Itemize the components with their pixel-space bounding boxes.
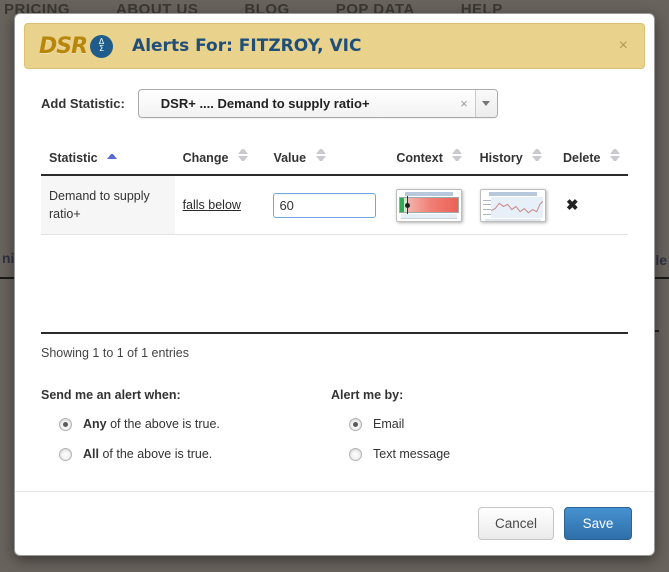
add-statistic-selected-value: DSR+ .... Demand to supply ratio+ xyxy=(160,96,370,111)
cell-statistic: Demand to supply ratio+ xyxy=(41,175,175,236)
radio-option-all[interactable]: All of the above is true. xyxy=(41,447,331,461)
history-thumbnail[interactable] xyxy=(479,188,546,222)
chart-plot xyxy=(490,196,544,218)
table-header-row: Statistic Change Value Context History D… xyxy=(41,144,628,176)
thumbnail-title-bar xyxy=(488,191,537,196)
logo-text: DSR xyxy=(39,33,88,59)
column-label: History xyxy=(479,151,523,165)
chart-footer xyxy=(484,218,541,221)
change-condition-link[interactable]: falls below xyxy=(183,198,241,212)
alert-when-title: Send me an alert when: xyxy=(41,388,181,403)
column-header-delete[interactable]: Delete xyxy=(554,144,628,176)
cell-change: falls below xyxy=(174,175,266,236)
column-header-statistic[interactable]: Statistic xyxy=(41,144,175,176)
sort-icon xyxy=(237,149,248,161)
radio-button[interactable] xyxy=(349,447,362,461)
radio-label: Text message xyxy=(373,447,451,462)
alerts-table: Statistic Change Value Context History D… xyxy=(41,144,628,236)
alerts-modal: DSR Δ Σ Alerts For: FITZROY, VIC × Add S… xyxy=(14,13,655,556)
delta-sigma-icon: Δ Σ xyxy=(90,34,114,58)
add-statistic-label: Add Statistic: xyxy=(41,96,125,111)
table-row: Demand to supply ratio+ falls below 60 ✖ xyxy=(41,175,628,236)
cell-value xyxy=(265,175,389,236)
sort-icon xyxy=(532,149,543,161)
column-label: Context xyxy=(396,151,443,165)
alert-by-title: Alert me by: xyxy=(331,388,404,403)
radio-option-any[interactable]: Any of the above is true. xyxy=(41,417,331,431)
cancel-button[interactable]: Cancel xyxy=(477,507,554,540)
column-header-value[interactable]: Value xyxy=(265,144,389,176)
radio-label: All of the above is true. xyxy=(83,447,212,461)
alert-when-column: Send me an alert when: Any of the above … xyxy=(41,388,331,477)
showing-entries-text: Showing 1 to 1 of 1 entries xyxy=(41,346,190,361)
sort-icon xyxy=(610,149,620,161)
dsr-logo: DSR Δ Σ xyxy=(39,33,114,59)
chevron-down-icon[interactable] xyxy=(474,90,497,117)
line-chart-icon xyxy=(482,196,544,218)
modal-header: DSR Δ Σ Alerts For: FITZROY, VIC × xyxy=(24,23,645,69)
column-header-change[interactable]: Change xyxy=(174,144,266,176)
sort-icon xyxy=(452,149,463,161)
clear-selection-icon[interactable]: × xyxy=(453,96,475,111)
cell-history xyxy=(471,175,555,236)
modal-footer: Cancel Save xyxy=(15,491,654,555)
chart-axis xyxy=(482,197,491,218)
sort-icon xyxy=(315,149,326,161)
radio-button[interactable] xyxy=(59,417,72,431)
column-label: Value xyxy=(273,151,307,165)
radio-label-bold: Any xyxy=(83,417,107,432)
column-header-context[interactable]: Context xyxy=(388,144,472,176)
radio-option-text-message[interactable]: Text message xyxy=(331,447,621,461)
table-body: Demand to supply ratio+ falls below 60 ✖ xyxy=(41,175,628,236)
close-icon[interactable]: × xyxy=(613,36,634,56)
statistic-name: Demand to supply ratio+ xyxy=(49,189,150,222)
radio-button[interactable] xyxy=(349,417,362,431)
cell-delete: ✖ xyxy=(554,175,628,236)
radio-label-bold: All xyxy=(83,447,99,462)
gauge-scale xyxy=(401,213,458,219)
sigma-glyph: Σ xyxy=(99,44,105,53)
column-header-history[interactable]: History xyxy=(471,144,555,176)
sort-ascending-icon xyxy=(107,153,118,161)
value-input[interactable] xyxy=(273,192,377,218)
column-label: Statistic xyxy=(49,150,98,165)
radio-label-rest: of the above is true. xyxy=(106,417,220,432)
radio-label: Email xyxy=(373,417,405,432)
modal-title: Alerts For: FITZROY, VIC xyxy=(132,36,362,56)
add-statistic-row: Add Statistic: DSR+ .... Demand to suppl… xyxy=(41,89,628,118)
alert-by-column: Alert me by: Email Text message xyxy=(331,388,621,477)
modal-body: Add Statistic: DSR+ .... Demand to suppl… xyxy=(15,69,654,491)
radio-label: Any of the above is true. xyxy=(83,417,220,431)
gauge-bar xyxy=(399,195,460,214)
alert-options: Send me an alert when: Any of the above … xyxy=(41,388,628,477)
radio-button[interactable] xyxy=(59,447,72,461)
cell-context xyxy=(388,175,472,236)
context-thumbnail[interactable] xyxy=(396,188,463,222)
gauge-needle xyxy=(405,195,411,214)
add-statistic-select[interactable]: DSR+ .... Demand to supply ratio+ × xyxy=(137,89,498,118)
table-head: Statistic Change Value Context History D… xyxy=(41,144,628,176)
column-label: Delete xyxy=(562,151,601,165)
save-button[interactable]: Save xyxy=(564,507,632,540)
radio-option-email[interactable]: Email xyxy=(331,417,621,431)
column-label: Change xyxy=(182,151,229,165)
sparkline-svg xyxy=(490,200,544,214)
thumbnail-title-bar xyxy=(405,191,454,196)
gauge-icon xyxy=(399,195,460,214)
radio-label-rest: of the above is true. xyxy=(98,447,213,462)
delete-icon[interactable]: ✖ xyxy=(563,196,582,214)
